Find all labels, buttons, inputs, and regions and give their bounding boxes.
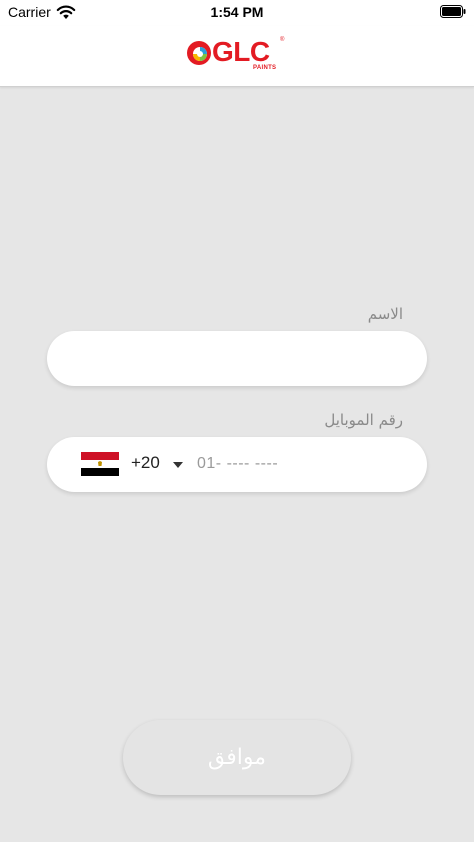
- mobile-field: +20: [47, 437, 427, 492]
- logo-wordmark: GLC: [212, 36, 270, 67]
- battery-icon: [440, 5, 466, 18]
- logo-registered-mark: ®: [280, 37, 285, 43]
- clock: 1:54 PM: [210, 4, 264, 20]
- app-header: GLC ® PAINTS: [0, 26, 474, 87]
- status-bar: Carrier 1:54 PM: [0, 0, 474, 26]
- name-label: الاسم: [367, 305, 403, 323]
- name-input[interactable]: [47, 331, 427, 386]
- mobile-input[interactable]: [193, 449, 401, 479]
- mobile-label: رقم الموبايل: [324, 411, 403, 429]
- glc-logo-icon: [187, 41, 211, 65]
- chevron-down-icon[interactable]: [172, 461, 184, 469]
- egypt-flag-icon[interactable]: [81, 452, 119, 476]
- glc-logo: GLC ® PAINTS: [186, 36, 290, 76]
- logo-subtitle: PAINTS: [253, 65, 277, 71]
- country-code[interactable]: +20: [131, 453, 160, 473]
- submit-button[interactable]: موافق: [123, 720, 351, 795]
